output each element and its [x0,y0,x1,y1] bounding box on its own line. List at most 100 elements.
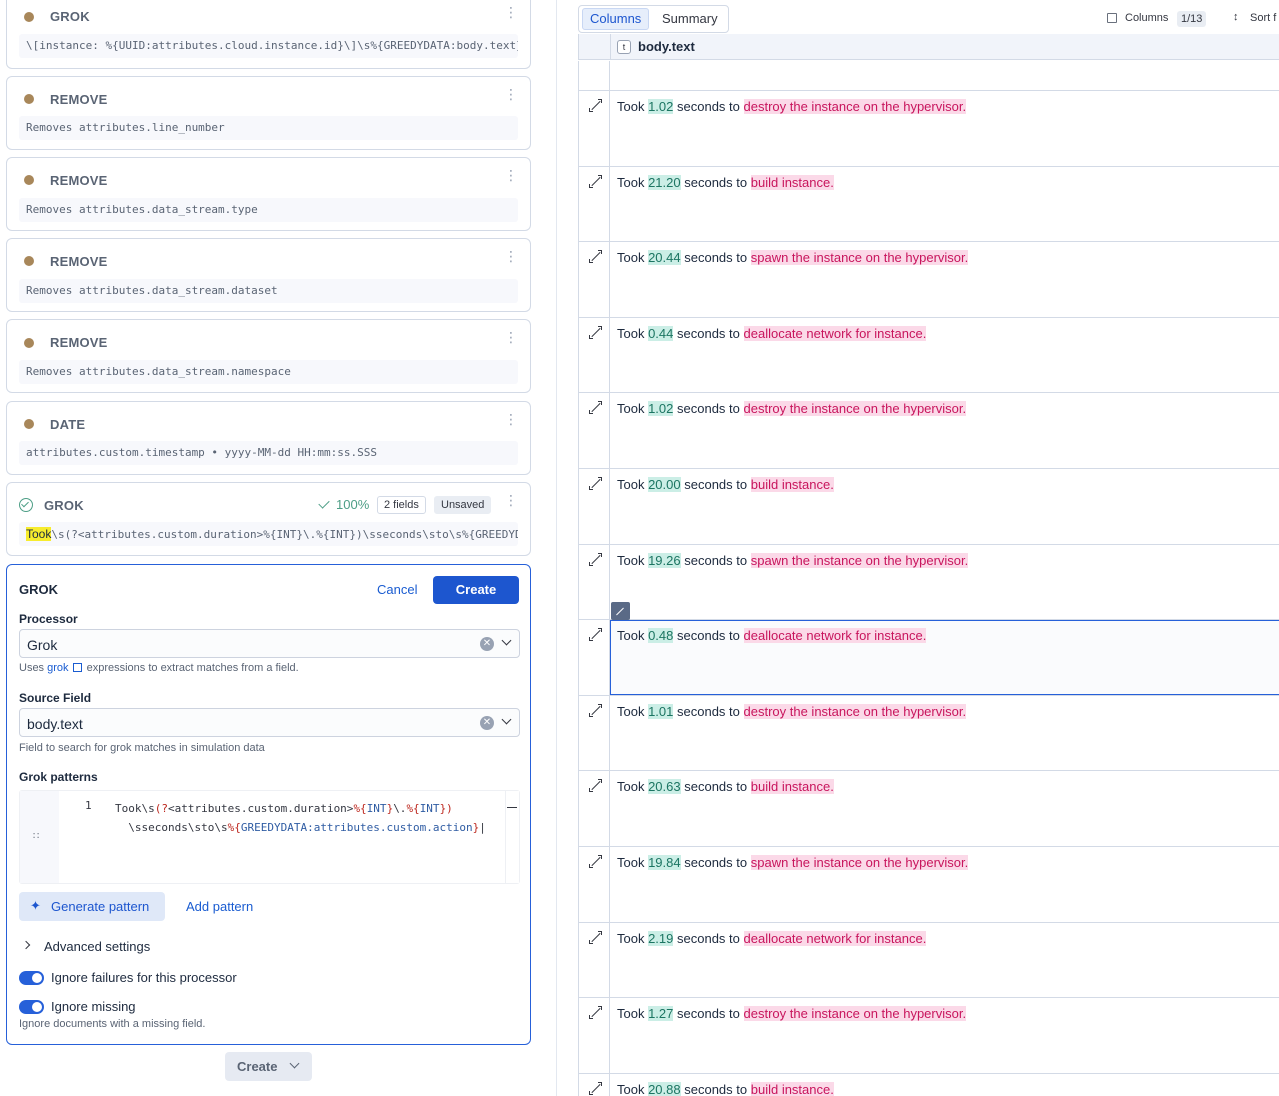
expand-row-icon[interactable] [589,477,602,490]
create-button[interactable]: Create [433,576,519,604]
table-row[interactable]: Took 1.02 seconds to destroy the instanc… [578,393,1279,469]
grok-pattern-editor[interactable]: ∷ 1 Took\s(?<attributes.custom.duration>… [19,790,520,884]
duration-highlight: 19.26 [648,552,681,568]
columns-icon[interactable] [1107,13,1117,23]
body-text-cell: Took 2.19 seconds to deallocate network … [617,930,927,946]
fields-badge: 2 fields [377,496,426,514]
more-actions-icon[interactable]: ⋮ [504,249,518,270]
table-row[interactable]: Took 21.20 seconds to build instance. [578,166,1279,243]
more-actions-icon[interactable]: ⋮ [504,5,518,26]
more-actions-icon[interactable]: ⋮ [504,87,518,108]
code-area[interactable]: 1 Took\s(?<attributes.custom.duration>%{… [59,791,506,883]
generate-pattern-label: Generate pattern [51,899,150,914]
advanced-settings-label: Advanced settings [44,939,151,954]
grok-patterns-label: Grok patterns [19,770,98,784]
drag-handle-icon[interactable]: ∷ [33,831,39,842]
processor-card-remove-4[interactable]: REMOVE ⋮ Removes attributes.data_stream.… [6,319,531,393]
table-row[interactable]: Took 20.44 seconds to spawn the instance… [578,242,1279,318]
table-row[interactable]: Took 0.44 seconds to deallocate network … [578,317,1279,394]
processor-card-remove-3[interactable]: REMOVE ⋮ Removes attributes.data_stream.… [6,238,531,312]
table-row[interactable]: Took 20.00 seconds to build instance. [578,469,1279,545]
body-text-cell: Took 20.00 seconds to build instance. [617,477,834,492]
expand-row-icon[interactable] [589,930,602,944]
more-actions-icon[interactable]: ⋮ [504,330,518,351]
drag-gutter: ∷ [20,791,59,883]
code-text[interactable]: Took\s(?<attributes.custom.duration>%{IN… [115,799,486,837]
ignore-failures-toggle[interactable] [19,971,44,985]
grok-docs-link[interactable]: grok [47,662,68,674]
expand-cell-icon[interactable] [611,602,630,621]
processor-card-remove-2[interactable]: REMOVE ⋮ Removes attributes.data_stream.… [6,157,531,231]
expand-row-icon[interactable] [589,250,602,264]
table-row[interactable]: Took 1.01 seconds to destroy the instanc… [578,695,1279,772]
table-row[interactable]: Took 20.88 seconds to build instance. [578,1073,1279,1096]
generate-pattern-button[interactable]: ✦ Generate pattern [19,892,165,921]
table-row[interactable]: Took 0.48 seconds to deallocate network … [578,602,1279,696]
create-label: Create [237,1059,278,1074]
processor-card-remove-1[interactable]: REMOVE ⋮ Removes attributes.line_number [6,76,531,150]
body-text-cell: Took 21.20 seconds to build instance. [617,174,834,190]
processor-card-grok-1[interactable]: GROK ⋮ \[instance: %{UUID:attributes.clo… [6,0,531,69]
chevron-down-icon[interactable] [501,635,512,646]
processor-description: \[instance: %{UUID:attributes.cloud.inst… [19,34,518,58]
panel-divider[interactable] [556,0,557,1096]
processor-pattern-preview: Took\s(?<attributes.custom.duration>%{IN… [19,522,518,546]
processor-label: Processor [19,612,78,626]
chevron-down-icon[interactable] [501,714,512,725]
cancel-button[interactable]: Cancel [377,582,417,597]
text-type-icon: t [617,40,631,54]
expand-row-icon[interactable] [589,628,602,642]
column-header-body-text[interactable]: body.text [638,39,695,54]
processor-card-date[interactable]: DATE ⋮ attributes.custom.timestamp • yyy… [6,401,531,475]
ignore-missing-label: Ignore missing [51,999,136,1014]
clear-icon[interactable]: ✕ [480,716,494,730]
table-row[interactable]: Took 1.02 seconds to destroy the instanc… [578,91,1279,167]
action-highlight: build instance. [750,174,834,190]
processor-card-grok-draft[interactable]: GROK 100% 2 fields Unsaved ⋮ Took\s(?<at… [6,482,531,556]
expand-row-icon[interactable] [589,779,602,793]
create-processor-menu-button[interactable]: Create [225,1052,312,1081]
editor-scrollbar[interactable] [505,791,519,883]
more-actions-icon[interactable]: ⋮ [504,412,518,433]
expand-row-icon[interactable] [589,99,602,112]
expand-row-icon[interactable] [589,1006,602,1020]
tab-summary[interactable]: Summary [655,8,725,30]
body-text-cell: Took 20.63 seconds to build instance. [617,779,834,795]
duration-highlight: 0.48 [648,628,674,644]
sort-icon[interactable]: ↕ [1233,11,1239,23]
sparkle-icon: ✦ [30,898,41,913]
tab-columns[interactable]: Columns [582,8,650,30]
processor-help: Uses grok expressions to extract matches… [19,662,299,674]
sort-button[interactable]: Sort f [1250,12,1276,24]
expand-row-icon[interactable] [589,1081,602,1095]
table-row[interactable]: Took 2.19 seconds to deallocate network … [578,922,1279,999]
table-row[interactable]: Took 1.27 seconds to destroy the instanc… [578,998,1279,1074]
more-actions-icon[interactable]: ⋮ [504,168,518,189]
expand-row-icon[interactable] [589,855,602,868]
editor-title: GROK [19,582,58,597]
pattern-highlight: Took [26,527,52,541]
check-icon [318,497,330,509]
columns-button[interactable]: Columns [1125,12,1168,24]
expand-row-icon[interactable] [589,174,602,188]
processor-select[interactable]: Grok ✕ [19,629,520,658]
expand-row-icon[interactable] [589,703,602,717]
table-row [578,61,1279,91]
ignore-missing-toggle[interactable] [19,1000,44,1014]
expand-row-icon[interactable] [589,401,602,415]
duration-highlight: 20.00 [648,477,681,492]
processor-type: REMOVE [50,335,108,350]
expand-row-icon[interactable] [589,552,602,566]
processor-description: Removes attributes.data_stream.dataset [19,279,518,303]
table-row[interactable]: Took 19.26 seconds to spawn the instance… [578,544,1279,621]
source-field-select[interactable]: body.text ✕ [19,708,520,737]
table-row[interactable]: Took 20.63 seconds to build instance. [578,771,1279,847]
advanced-settings-toggle[interactable]: Advanced settings [19,937,219,957]
action-highlight: build instance. [750,779,834,795]
add-pattern-button[interactable]: Add pattern [186,899,253,914]
expand-row-icon[interactable] [589,325,602,339]
chevron-right-icon [21,940,31,950]
clear-icon[interactable]: ✕ [480,637,494,651]
table-row[interactable]: Took 19.84 seconds to spawn the instance… [578,847,1279,923]
more-actions-icon[interactable]: ⋮ [504,493,518,514]
